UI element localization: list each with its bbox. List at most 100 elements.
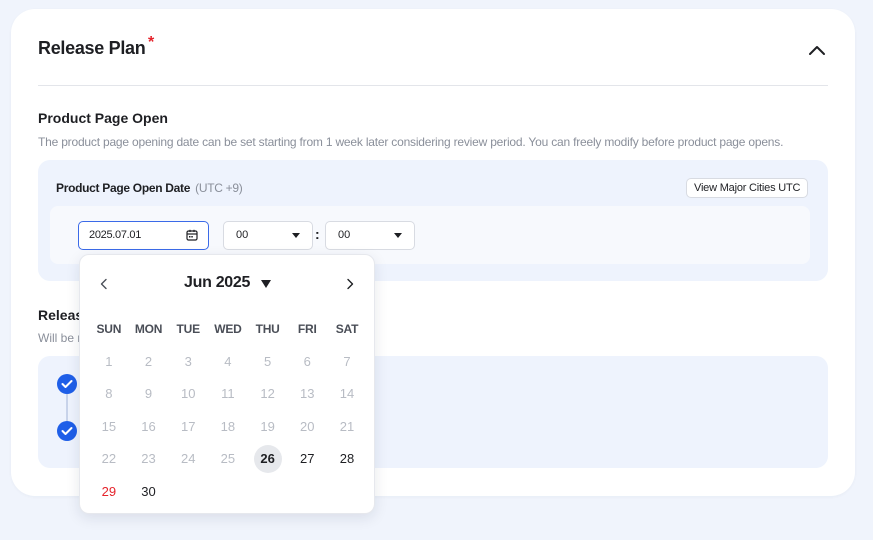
calendar-day: 18 — [208, 410, 248, 443]
date-input-value: 2025.07.01 — [89, 229, 142, 241]
calendar-day-label: 19 — [260, 418, 275, 434]
calendar-day: 25 — [208, 443, 248, 476]
calendar-day-label: 15 — [101, 418, 117, 434]
calendar-grid: SUN MON TUE WED THU FRI SAT 1 2 3 4 5 6 7 8 9 10 11 12 13 14… — [89, 313, 367, 508]
chevron-up-icon — [809, 46, 825, 55]
calendar-day[interactable]: 30 — [129, 475, 169, 508]
calendar-day-label: 23 — [141, 451, 156, 467]
chevron-right-icon — [347, 278, 354, 290]
calendar-day: 19 — [248, 410, 288, 443]
calendar-day-label: 26 — [253, 444, 282, 473]
calendar-day: 13 — [287, 378, 327, 411]
calendar-day: 6 — [287, 345, 327, 378]
release-section-description: Will be r — [38, 331, 82, 345]
card-title: Release Plan — [38, 38, 146, 58]
calendar-day: 23 — [129, 443, 169, 476]
calendar-day: 14 — [327, 378, 367, 411]
calendar-day-label: 20 — [300, 418, 315, 434]
step-connector — [66, 394, 68, 421]
calendar-month-label[interactable]: Jun 2025 — [184, 274, 250, 292]
calendar-day: 21 — [327, 410, 367, 443]
timezone-label: (UTC +9) — [195, 181, 243, 195]
calendar-day: 3 — [168, 345, 208, 378]
weekday-header: MON — [134, 322, 163, 336]
date-picker-popup: Jun 2025 SUN MON TUE WED THU FRI SAT 1 2 3 4 5 6 7 8 9 1… — [79, 254, 375, 514]
month-dropdown-icon[interactable] — [261, 280, 271, 288]
required-mark: * — [148, 34, 155, 51]
calendar-day-label: 14 — [339, 386, 355, 402]
time-separator: : — [315, 226, 320, 242]
hour-select[interactable]: 00 — [223, 221, 313, 250]
minute-value: 00 — [338, 229, 351, 241]
caret-down-icon — [292, 233, 300, 238]
calendar-day: 1 — [89, 345, 129, 378]
caret-down-icon — [394, 233, 402, 238]
calendar-day-label: 7 — [343, 353, 351, 369]
calendar-day: 2 — [129, 345, 169, 378]
calendar-day-label: 18 — [220, 418, 236, 434]
calendar-day-label: 22 — [101, 451, 117, 467]
calendar-day-label: 13 — [300, 386, 315, 402]
product-page-title: Product Page Open — [38, 110, 168, 126]
calendar-day: 20 — [287, 410, 327, 443]
calendar-day-label: 3 — [184, 353, 192, 369]
date-input[interactable]: 2025.07.01 — [78, 221, 209, 250]
calendar-day-selected[interactable]: 26 — [248, 443, 288, 476]
calendar-day-label: 28 — [339, 451, 355, 467]
calendar-day: 11 — [208, 378, 248, 411]
calendar-day-label: 5 — [263, 353, 272, 369]
calendar-day-label: 12 — [260, 386, 275, 402]
calendar-day[interactable]: 28 — [327, 443, 367, 476]
hour-value: 00 — [236, 229, 249, 241]
calendar-day-label: 2 — [144, 353, 153, 369]
calendar-day-label: 6 — [303, 353, 311, 369]
calendar-day-label: 24 — [180, 451, 196, 467]
calendar-day: 22 — [89, 443, 129, 476]
view-major-cities-button[interactable]: View Major Cities UTC — [686, 178, 809, 198]
product-page-description: The product page opening date can be set… — [38, 135, 784, 149]
calendar-day: 4 — [208, 345, 248, 378]
minute-select[interactable]: 00 — [325, 221, 415, 250]
calendar-day: 16 — [129, 410, 169, 443]
weekday-header: SAT — [335, 322, 359, 336]
release-section-title: Releas — [38, 307, 84, 323]
calendar-day: 24 — [168, 443, 208, 476]
calendar-day: 7 — [327, 345, 367, 378]
collapse-button[interactable] — [805, 39, 829, 61]
weekday-header: SUN — [96, 322, 122, 336]
calendar-day-label: 11 — [221, 386, 235, 402]
calendar-day: 15 — [89, 410, 129, 443]
calendar-day-label: 10 — [180, 386, 196, 402]
calendar-day-label: 8 — [105, 386, 113, 402]
calendar-day-label: 21 — [339, 418, 355, 434]
calendar-day-label: 1 — [105, 353, 113, 369]
next-month-button[interactable] — [342, 275, 358, 293]
calendar-day: 12 — [248, 378, 288, 411]
calendar-day-label: 9 — [144, 386, 153, 402]
calendar-day-label: 25 — [220, 451, 236, 467]
check-icon[interactable] — [57, 421, 77, 441]
weekday-header: THU — [255, 322, 280, 336]
calendar-day-label: 29 — [101, 483, 117, 499]
calendar-day-label: 30 — [141, 483, 156, 499]
calendar-day-label: 4 — [224, 353, 232, 369]
calendar-icon[interactable] — [186, 229, 198, 241]
calendar-day[interactable]: 29 — [89, 475, 129, 508]
calendar-day-label: 17 — [180, 418, 196, 434]
calendar-day: 9 — [129, 378, 169, 411]
weekday-header: TUE — [176, 322, 201, 336]
open-date-label: Product Page Open Date (UTC +9) — [56, 181, 243, 195]
calendar-day-label: 16 — [141, 418, 156, 434]
check-icon[interactable] — [57, 374, 77, 394]
open-date-label-text: Product Page Open Date — [56, 181, 191, 195]
calendar-day: 5 — [248, 345, 288, 378]
chevron-left-icon — [100, 278, 107, 290]
calendar-day: 17 — [168, 410, 208, 443]
calendar-day[interactable]: 27 — [287, 443, 327, 476]
previous-month-button[interactable] — [96, 275, 112, 293]
weekday-header: WED — [214, 322, 242, 336]
title-divider — [38, 85, 828, 86]
weekday-header: FRI — [297, 322, 317, 336]
calendar-day: 8 — [89, 378, 129, 411]
calendar-day-label: 27 — [300, 451, 315, 467]
